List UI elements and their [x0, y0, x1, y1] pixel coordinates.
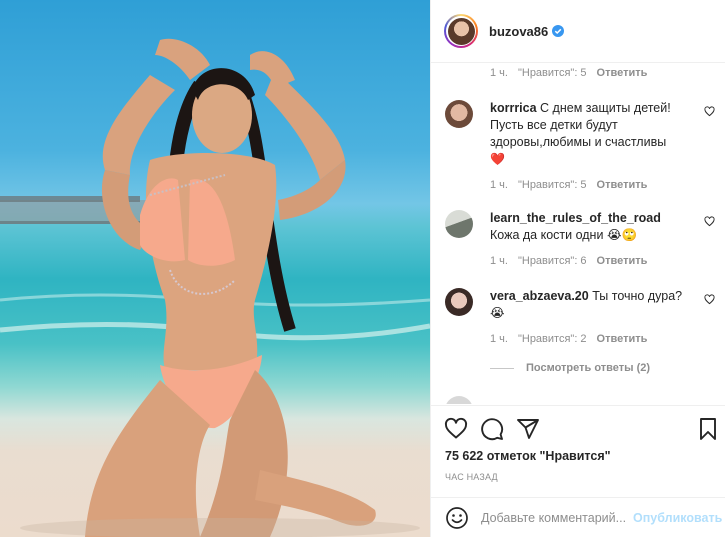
comment-time: 1 ч.	[490, 333, 508, 345]
comment-like-heart-icon[interactable]	[704, 294, 715, 305]
comment-likes[interactable]: "Нравится": 5	[518, 177, 587, 194]
post-time[interactable]: ЧАС НАЗАД	[445, 472, 498, 482]
commenter-avatar[interactable]	[445, 100, 473, 128]
reply-button[interactable]: Ответить	[597, 67, 648, 79]
post-actions: 75 622 отметок "Нравится" ЧАС НАЗАД	[431, 405, 725, 498]
comment-like-heart-icon[interactable]	[704, 216, 715, 227]
comment-item: korrrica С днем защиты детей! Пусть все …	[445, 100, 715, 194]
commenter-username[interactable]: vera_abzaeva.20	[490, 289, 589, 303]
comments-list[interactable]: 1 ч. "Нравится": 5 Ответить korrrica С д…	[431, 64, 725, 404]
post-header: buzova86	[431, 0, 725, 63]
comment-emoji: 😭🙄	[606, 228, 638, 242]
comment-like-heart-icon[interactable]	[704, 106, 715, 117]
comment-time: 1 ч.	[490, 255, 508, 267]
commenter-avatar[interactable]	[445, 396, 473, 404]
beach-photo-illustration	[0, 38, 430, 537]
comment-text: Кожа да кости одни	[490, 228, 604, 242]
commenter-username[interactable]: learn_the_rules_of_the_road	[490, 211, 661, 225]
comment-meta: 1 ч. "Нравится": 6 Ответить	[490, 253, 690, 270]
reply-button[interactable]: Ответить	[597, 253, 648, 270]
comment-item: vera_abzaeva.20 Ты точно дура? 😭 1 ч. "Н…	[445, 288, 715, 348]
view-replies-button[interactable]: Посмотреть ответы (2)	[490, 362, 650, 374]
comment-time: 1 ч.	[490, 179, 508, 191]
commenter-avatar[interactable]	[445, 288, 473, 316]
commenter-avatar[interactable]	[445, 210, 473, 238]
comment-likes[interactable]: "Нравится": 6	[518, 253, 587, 270]
comment-time: 1 ч.	[490, 67, 508, 79]
replies-divider	[490, 367, 514, 369]
post-photo[interactable]	[0, 0, 430, 537]
comment-likes[interactable]: "Нравится": 5	[518, 67, 587, 79]
comment-emoji: 😭	[490, 306, 505, 320]
likes-count[interactable]: 75 622 отметок "Нравится"	[445, 449, 611, 463]
author-username[interactable]: buzova86	[489, 24, 548, 39]
comment-icon[interactable]	[480, 417, 504, 441]
post-sidebar: buzova86 1 ч. "Нравится": 5 Ответить kor…	[430, 0, 725, 537]
smiley-icon[interactable]	[445, 506, 469, 530]
publish-button[interactable]: Опубликовать	[633, 511, 722, 525]
comment-text: Ты точно дура?	[592, 289, 683, 303]
view-replies-label: Посмотреть ответы (2)	[526, 362, 651, 374]
comment-emoji: ❤️	[490, 152, 505, 166]
comment-meta: 1 ч. "Нравится": 2 Ответить	[490, 331, 690, 348]
comment-meta: 1 ч. "Нравится": 5 Ответить	[490, 67, 647, 79]
heart-icon[interactable]	[444, 417, 468, 441]
comment-item: learn_the_rules_of_the_road Кожа да кост…	[445, 210, 715, 270]
reply-button[interactable]: Ответить	[597, 177, 648, 194]
paper-plane-icon[interactable]	[516, 417, 540, 441]
reply-button[interactable]: Ответить	[597, 331, 648, 348]
comment-input[interactable]	[481, 510, 633, 525]
comment-likes[interactable]: "Нравится": 2	[518, 331, 587, 348]
add-comment-bar: Опубликовать	[431, 497, 725, 537]
verified-badge-icon	[552, 25, 565, 37]
author-avatar[interactable]	[444, 14, 478, 48]
comment-meta: 1 ч. "Нравится": 5 Ответить	[490, 177, 690, 194]
commenter-username[interactable]: korrrica	[490, 101, 537, 115]
bookmark-icon[interactable]	[696, 417, 720, 441]
